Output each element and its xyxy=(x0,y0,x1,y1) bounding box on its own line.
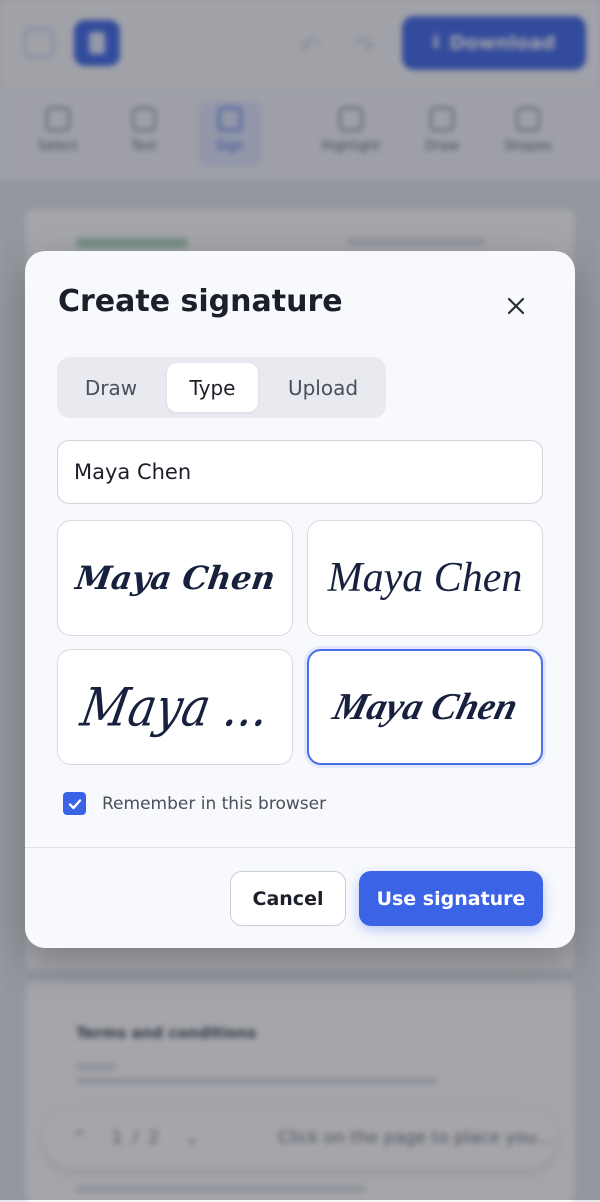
signature-style-option[interactable]: Maya ... xyxy=(57,649,293,765)
signature-style-option-selected[interactable]: Maya Chen xyxy=(307,649,543,765)
close-icon xyxy=(507,297,525,315)
signature-preview: Maya Chen xyxy=(327,555,523,601)
remember-checkbox-row[interactable]: Remember in this browser xyxy=(63,792,326,815)
signature-mode-tabs: Draw Type Upload xyxy=(57,357,386,418)
tab-upload[interactable]: Upload xyxy=(266,363,380,412)
close-button[interactable] xyxy=(497,287,535,325)
use-signature-button[interactable]: Use signature xyxy=(359,871,543,926)
checkmark-icon xyxy=(68,798,81,809)
dialog-title: Create signature xyxy=(58,284,343,319)
signature-preview: Maya Chen xyxy=(72,559,278,597)
signature-style-option[interactable]: Maya Chen xyxy=(307,520,543,636)
signature-preview: Maya Chen xyxy=(328,686,522,728)
name-input[interactable] xyxy=(57,440,543,504)
cancel-button[interactable]: Cancel xyxy=(230,871,346,926)
remember-checkbox[interactable] xyxy=(63,792,86,815)
signature-preview: Maya ... xyxy=(76,675,274,739)
footer-divider xyxy=(25,847,575,848)
tab-draw[interactable]: Draw xyxy=(63,363,159,412)
tab-type[interactable]: Type xyxy=(167,363,258,412)
signature-style-option[interactable]: Maya Chen xyxy=(57,520,293,636)
create-signature-dialog: Create signature Draw Type Upload Maya C… xyxy=(25,251,575,948)
remember-label: Remember in this browser xyxy=(102,793,327,814)
